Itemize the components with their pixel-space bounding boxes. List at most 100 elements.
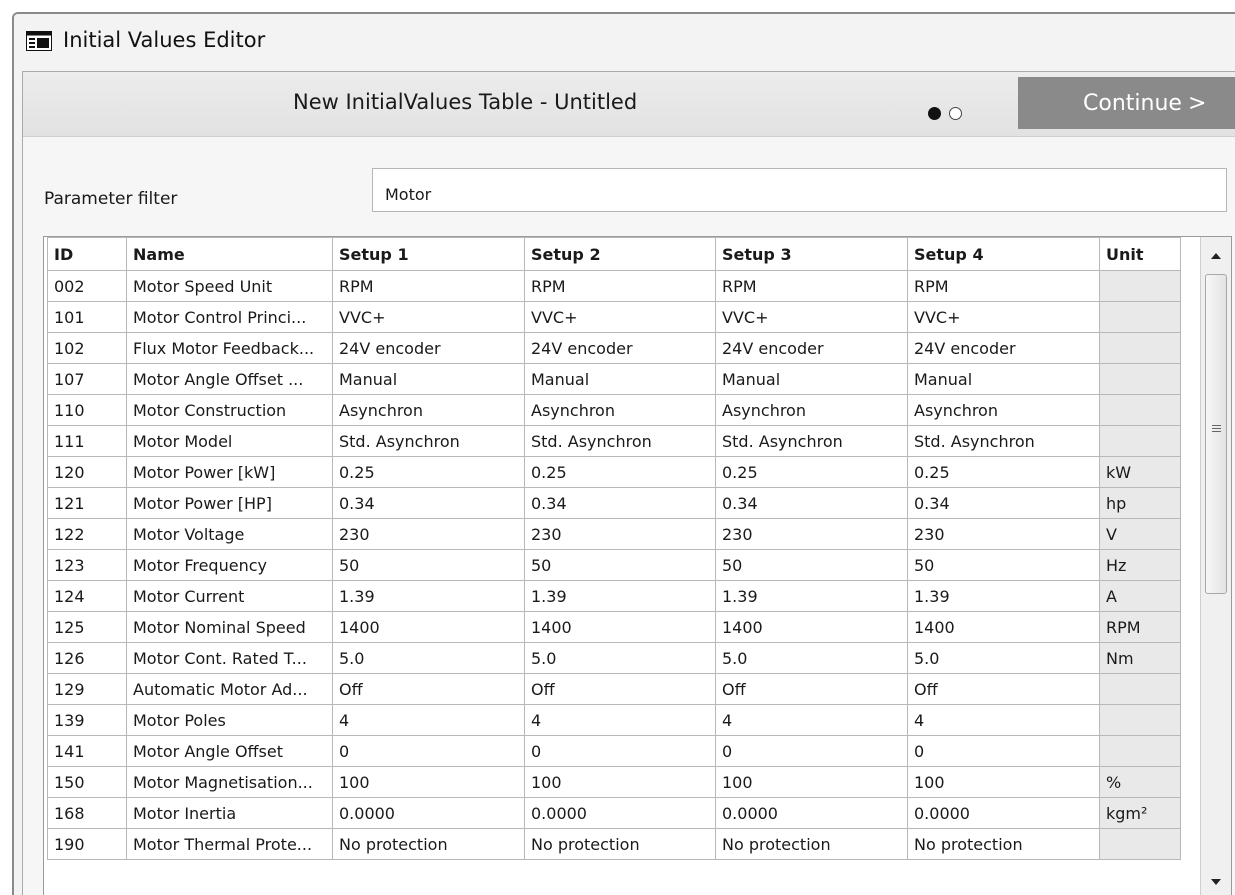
cell-setup-2[interactable]: 1.39 (524, 580, 716, 612)
cell-setup-4[interactable]: 100 (907, 766, 1100, 798)
cell-setup-3[interactable]: 0.0000 (715, 797, 908, 829)
cell-setup-2[interactable]: 50 (524, 549, 716, 581)
column-header-id[interactable]: ID (47, 237, 127, 271)
cell-setup-3[interactable]: No protection (715, 828, 908, 860)
cell-setup-3[interactable]: RPM (715, 270, 908, 302)
scroll-thumb[interactable] (1205, 274, 1227, 594)
table-row[interactable]: 120 Motor Power [kW] 0.25 0.25 0.25 0.25 kW (47, 456, 1181, 488)
table-row[interactable]: 111 Motor Model Std. Asynchron Std. Asynchr… (47, 425, 1181, 457)
table-row[interactable]: 129 Automatic Motor Ad... Off Off Off Off (47, 673, 1181, 705)
cell-setup-3[interactable]: 50 (715, 549, 908, 581)
cell-setup-3[interactable]: Manual (715, 363, 908, 395)
cell-setup-1[interactable]: 1.39 (332, 580, 525, 612)
cell-setup-4[interactable]: 1.39 (907, 580, 1100, 612)
parameter-filter-input[interactable] (372, 168, 1227, 212)
column-header-unit[interactable]: Unit (1099, 237, 1181, 271)
cell-setup-2[interactable]: No protection (524, 828, 716, 860)
cell-setup-2[interactable]: 0 (524, 735, 716, 767)
scroll-down-arrow-icon[interactable] (1211, 879, 1221, 885)
table-row[interactable]: 123 Motor Frequency 50 50 50 50 Hz (47, 549, 1181, 581)
cell-setup-2[interactable]: 5.0 (524, 642, 716, 674)
cell-setup-1[interactable]: Manual (332, 363, 525, 395)
cell-setup-3[interactable]: 1400 (715, 611, 908, 643)
continue-button[interactable]: Continue > (1018, 77, 1235, 129)
cell-setup-2[interactable]: Asynchron (524, 394, 716, 426)
column-header-setup-4[interactable]: Setup 4 (907, 237, 1100, 271)
table-row[interactable]: 107 Motor Angle Offset ... Manual Manual Man… (47, 363, 1181, 395)
table-row[interactable]: 101 Motor Control Princi... VVC+ VVC+ VVC+ VV… (47, 301, 1181, 333)
cell-setup-1[interactable]: 0 (332, 735, 525, 767)
table-row[interactable]: 126 Motor Cont. Rated T... 5.0 5.0 5.0 5.0 Nm (47, 642, 1181, 674)
cell-setup-3[interactable]: 230 (715, 518, 908, 550)
cell-setup-1[interactable]: Asynchron (332, 394, 525, 426)
cell-setup-3[interactable]: 100 (715, 766, 908, 798)
cell-setup-1[interactable]: 0.0000 (332, 797, 525, 829)
cell-setup-3[interactable]: Std. Asynchron (715, 425, 908, 457)
cell-setup-1[interactable]: VVC+ (332, 301, 525, 333)
table-row[interactable]: 168 Motor Inertia 0.0000 0.0000 0.0000 0.0000… (47, 797, 1181, 829)
cell-setup-2[interactable]: 100 (524, 766, 716, 798)
cell-setup-4[interactable]: 1400 (907, 611, 1100, 643)
cell-setup-1[interactable]: No protection (332, 828, 525, 860)
cell-setup-2[interactable]: RPM (524, 270, 716, 302)
cell-setup-3[interactable]: 0.34 (715, 487, 908, 519)
cell-setup-1[interactable]: 230 (332, 518, 525, 550)
cell-setup-4[interactable]: 0.34 (907, 487, 1100, 519)
column-header-name[interactable]: Name (126, 237, 333, 271)
cell-setup-1[interactable]: 0.34 (332, 487, 525, 519)
cell-setup-4[interactable]: Off (907, 673, 1100, 705)
cell-setup-2[interactable]: 0.34 (524, 487, 716, 519)
cell-setup-1[interactable]: 4 (332, 704, 525, 736)
cell-setup-2[interactable]: Std. Asynchron (524, 425, 716, 457)
cell-setup-2[interactable]: 4 (524, 704, 716, 736)
cell-setup-1[interactable]: 50 (332, 549, 525, 581)
table-row[interactable]: 150 Motor Magnetisation... 100 100 100 100% (47, 766, 1181, 798)
cell-setup-1[interactable]: 5.0 (332, 642, 525, 674)
table-row[interactable]: 002 Motor Speed Unit RPM RPM RPM RPM (47, 270, 1181, 302)
table-row[interactable]: 102 Flux Motor Feedback... 24V encoder 24V … (47, 332, 1181, 364)
cell-setup-4[interactable]: Manual (907, 363, 1100, 395)
cell-setup-4[interactable]: 230 (907, 518, 1100, 550)
column-header-setup-1[interactable]: Setup 1 (332, 237, 525, 271)
scroll-up-arrow-icon[interactable] (1211, 253, 1221, 259)
cell-setup-3[interactable]: 0 (715, 735, 908, 767)
cell-setup-2[interactable]: 24V encoder (524, 332, 716, 364)
cell-setup-2[interactable]: 0.0000 (524, 797, 716, 829)
cell-setup-2[interactable]: Off (524, 673, 716, 705)
cell-setup-4[interactable]: No protection (907, 828, 1100, 860)
cell-setup-4[interactable]: 50 (907, 549, 1100, 581)
cell-setup-4[interactable]: 24V encoder (907, 332, 1100, 364)
cell-setup-2[interactable]: VVC+ (524, 301, 716, 333)
cell-setup-4[interactable]: RPM (907, 270, 1100, 302)
cell-setup-2[interactable]: Manual (524, 363, 716, 395)
cell-setup-3[interactable]: 4 (715, 704, 908, 736)
title-bar[interactable]: Initial Values Editor (14, 14, 1235, 70)
table-row[interactable]: 125 Motor Nominal Speed 1400 1400 1400 1400 RP… (47, 611, 1181, 643)
cell-setup-3[interactable]: VVC+ (715, 301, 908, 333)
cell-setup-3[interactable]: Asynchron (715, 394, 908, 426)
cell-setup-3[interactable]: 24V encoder (715, 332, 908, 364)
table-row[interactable]: 121 Motor Power [HP] 0.34 0.34 0.34 0.34 hp (47, 487, 1181, 519)
cell-setup-3[interactable]: Off (715, 673, 908, 705)
table-row[interactable]: 122 Motor Voltage 230 230 230 230 V (47, 518, 1181, 550)
table-row[interactable]: 124 Motor Current 1.39 1.39 1.39 1.39 A (47, 580, 1181, 612)
cell-setup-4[interactable]: Asynchron (907, 394, 1100, 426)
cell-setup-3[interactable]: 1.39 (715, 580, 908, 612)
cell-setup-1[interactable]: 1400 (332, 611, 525, 643)
cell-setup-1[interactable]: RPM (332, 270, 525, 302)
cell-setup-2[interactable]: 1400 (524, 611, 716, 643)
table-row[interactable]: 141 Motor Angle Offset 0 0 0 0 (47, 735, 1181, 767)
cell-setup-2[interactable]: 0.25 (524, 456, 716, 488)
cell-setup-1[interactable]: 24V encoder (332, 332, 525, 364)
cell-setup-3[interactable]: 5.0 (715, 642, 908, 674)
table-row[interactable]: 190 Motor Thermal Prote... No protection No… (47, 828, 1181, 860)
cell-setup-4[interactable]: VVC+ (907, 301, 1100, 333)
cell-setup-4[interactable]: Std. Asynchron (907, 425, 1100, 457)
cell-setup-4[interactable]: 0.25 (907, 456, 1100, 488)
table-row[interactable]: 139 Motor Poles 4 4 4 4 (47, 704, 1181, 736)
cell-setup-4[interactable]: 0.0000 (907, 797, 1100, 829)
cell-setup-4[interactable]: 5.0 (907, 642, 1100, 674)
cell-setup-2[interactable]: 230 (524, 518, 716, 550)
cell-setup-1[interactable]: 0.25 (332, 456, 525, 488)
cell-setup-1[interactable]: Off (332, 673, 525, 705)
